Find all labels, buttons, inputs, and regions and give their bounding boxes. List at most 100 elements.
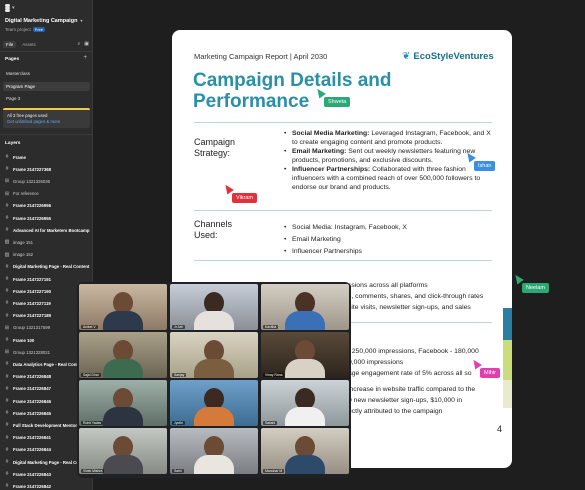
layer-label: Frame 2147227368 [13, 166, 51, 172]
layer-item[interactable]: ⊞ For reference [4, 189, 91, 199]
divider [0, 51, 92, 52]
frame-icon: # [5, 154, 9, 160]
participant-tile[interactable]: Sakshi [261, 380, 349, 426]
project-name[interactable]: Digital Marketing Campaign ▾ [5, 18, 82, 24]
collaborator-cursor-vikram: Vikram [222, 182, 258, 203]
layer-item[interactable]: # Frame 2147226956 [4, 201, 91, 211]
metrics-text: s, comments, shares, and click-through r… [348, 293, 484, 300]
layer-label: Frame 2147226848 [13, 374, 51, 380]
notice-text: All 3 free pages used [7, 113, 48, 118]
group-icon: ⊞ [4, 190, 10, 197]
participant-tile[interactable]: Kavitha [261, 284, 349, 330]
strategy-list: Social Media Marketing: Leveraged Instag… [284, 129, 492, 192]
heart-leaf-icon: ❦ [402, 51, 411, 62]
accent-strip [503, 308, 512, 340]
layer-item[interactable]: ⊞ Group 1321326036 [4, 176, 91, 186]
layer-item[interactable]: # Digital Marketing Page - Real Content [4, 262, 91, 272]
metrics-text: ssions across all platforms [348, 282, 428, 289]
page-item-program-page[interactable]: Program Page [3, 82, 90, 91]
participant-tile[interactable]: Sanjay [170, 332, 258, 378]
group-icon: ⊞ [4, 324, 10, 331]
frame-icon: # [5, 385, 9, 392]
tab-file[interactable]: File [3, 40, 17, 48]
tab-assets[interactable]: Assets [19, 41, 39, 48]
results-text: 0 new newsletter sign-ups, $10,000 in [348, 397, 463, 404]
results-text: 0,000 impressions [348, 359, 404, 366]
collaborator-cursor-neelam: Neelam [512, 272, 549, 293]
video-call-grid[interactable]: Aniket V Jr Arti Kavitha Sajid Dhar Sanj… [77, 282, 351, 478]
layer-item[interactable]: # Frame 2147226842 [4, 481, 91, 490]
participant-name: Vivek Mishra [81, 469, 105, 473]
layer-label: Frame 2147226956 [13, 203, 51, 209]
pages-limit-notice: All 3 free pages used Get unlimited page… [3, 108, 90, 128]
layer-item[interactable]: ▨ image 151 [4, 237, 91, 247]
frame-icon: # [5, 373, 9, 380]
layer-label: Frame 2147226842 [13, 483, 51, 489]
layer-label: Digital Marketing Page - Real Content [13, 264, 90, 270]
participant-name: Manohar M [263, 469, 285, 473]
frame-icon: # [5, 422, 9, 429]
frame-icon: # [5, 312, 9, 319]
frame-icon: # [5, 471, 9, 478]
participant-tile[interactable]: Rohit Yadav [79, 380, 167, 426]
participant-tile[interactable]: Jr Arti [170, 284, 258, 330]
layer-item[interactable]: # Frame 2147226955 [4, 213, 91, 223]
collaborator-cursor-shweta: Shweta [314, 86, 351, 107]
layout-icon[interactable]: ▣ [84, 41, 89, 47]
layer-label: Frame 2147226846 [13, 398, 51, 404]
frame-icon: # [5, 398, 9, 404]
frame-icon: # [5, 288, 9, 295]
team-label: Team project [5, 27, 31, 32]
frame-icon: # [5, 410, 9, 417]
layer-label: Group 1321326036 [13, 178, 51, 184]
list-item: Influencer Partnerships [284, 247, 492, 256]
chevron-down-icon: ▾ [80, 18, 83, 23]
list-item: Social Media Marketing: Leveraged Instag… [284, 129, 492, 147]
sidebar-tabs: File Assets ⌕ ▣ [0, 38, 92, 50]
participant-tile[interactable]: Sajid Dhar [79, 332, 167, 378]
frame-icon: # [5, 483, 9, 490]
report-header: Marketing Campaign Report | April 2030 [194, 52, 328, 61]
divider [194, 260, 492, 261]
layer-item[interactable]: # Advanced AI for Marketers Bootcamp [4, 225, 91, 235]
layer-item[interactable]: # Frame 2147227368 [4, 164, 91, 174]
image-icon: ▨ [4, 239, 10, 246]
company-logo: ❦ EcoStyleVentures [402, 51, 494, 62]
layer-label: Frame 2147226847 [13, 386, 51, 392]
layer-item[interactable]: ▨ image 152 [4, 250, 91, 260]
accent-strip [503, 340, 512, 380]
upgrade-link[interactable]: Get unlimited pages & more [7, 119, 86, 124]
cursor-label: Shweta [324, 97, 351, 107]
frame-icon: # [5, 227, 9, 234]
project-subtitle: Team project Free [5, 27, 45, 32]
layer-label: Frame 100 [13, 337, 35, 343]
participant-tile[interactable]: Aniket V [79, 284, 167, 330]
list-item: Email Marketing [284, 235, 492, 244]
page-item-masterclass[interactable]: Masterclass [3, 69, 90, 78]
channels-label: Channels Used: [194, 219, 233, 240]
participant-tile[interactable]: Sahil [170, 428, 258, 474]
divider [194, 210, 492, 211]
participant-tile[interactable]: Vinay Rana [261, 332, 349, 378]
divider [348, 322, 492, 323]
list-item: Influencer Partnerships: Collaborated wi… [284, 165, 492, 192]
layer-item[interactable]: # Frame 2147227191 [4, 274, 91, 284]
layer-item[interactable]: # Frame [4, 152, 91, 162]
main-menu[interactable]: ▾ [0, 0, 92, 16]
participant-tile[interactable]: Manohar M [261, 428, 349, 474]
layers-title: Layers [5, 141, 21, 146]
layer-label: Advanced AI for Marketers Bootcamp [13, 227, 90, 233]
participant-name: Aniket V [81, 325, 98, 329]
group-icon: ⊞ [4, 178, 10, 185]
layer-label: Frame 2147226845 [13, 410, 51, 416]
layer-label: Frame 2147227190 [13, 288, 51, 294]
add-page-icon[interactable]: + [83, 55, 87, 61]
participant-tile[interactable]: Jyothi [170, 380, 258, 426]
search-icon[interactable]: ⌕ [77, 41, 80, 47]
cursor-label: Ishan [474, 161, 496, 171]
group-icon: ⊞ [4, 349, 10, 356]
divider [194, 122, 492, 123]
page-item-page-3[interactable]: Page 3 [3, 94, 90, 103]
frame-icon: # [5, 300, 9, 307]
participant-tile[interactable]: Vivek Mishra [79, 428, 167, 474]
